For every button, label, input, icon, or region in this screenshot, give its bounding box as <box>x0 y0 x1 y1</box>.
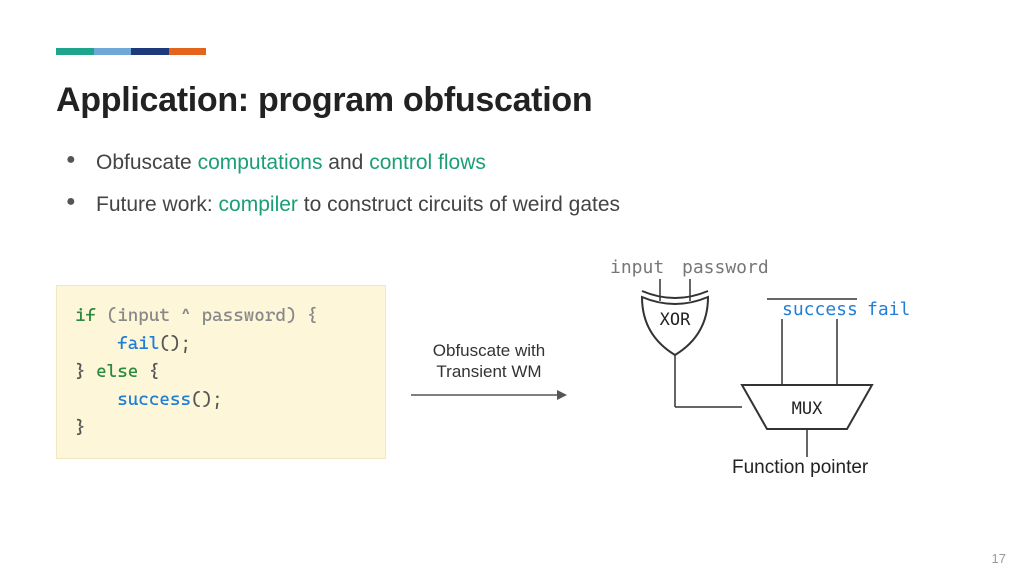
label-function-pointer: Function pointer <box>732 457 868 479</box>
circuit-diagram: input password success fail XOR <box>592 257 922 487</box>
content-row: if (input ^ password) { fail(); } else {… <box>56 257 968 487</box>
code-snippet: if (input ^ password) { fail(); } else {… <box>56 285 386 458</box>
mux-gate-label: MUX <box>792 399 823 419</box>
arrow-caption: Obfuscate with Transient WM <box>433 340 545 383</box>
accent-bar <box>56 48 206 55</box>
bullet-list: Obfuscate computations and control flows… <box>66 148 968 221</box>
xor-gate-label: XOR <box>660 310 691 330</box>
slide-title: Application: program obfuscation <box>56 81 968 120</box>
page-number: 17 <box>992 551 1006 566</box>
bullet-item: Obfuscate computations and control flows <box>66 148 968 178</box>
slide: Application: program obfuscation Obfusca… <box>0 0 1024 576</box>
arrow-block: Obfuscate with Transient WM <box>404 340 574 405</box>
bullet-item: Future work: compiler to construct circu… <box>66 190 968 220</box>
arrow-icon <box>409 386 569 404</box>
circuit-svg: XOR MUX <box>592 257 922 487</box>
